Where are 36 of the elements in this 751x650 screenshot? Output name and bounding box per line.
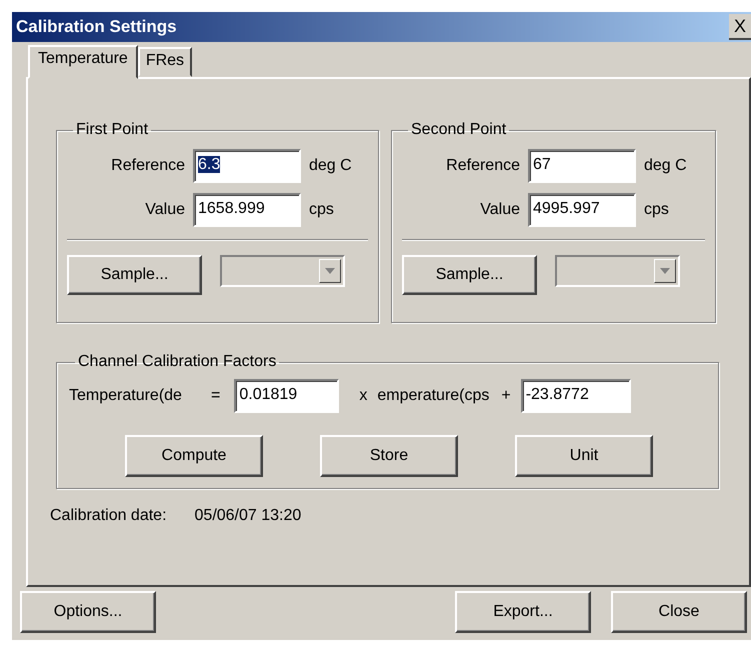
input-field[interactable]: 67 (528, 149, 636, 183)
button[interactable]: Export... (455, 591, 591, 633)
group-title: Channel Calibration Factors (77, 353, 278, 371)
group-title: First Point (75, 121, 150, 139)
formula-label: emperature(cps (377, 387, 490, 405)
window-title: Calibration Settings (15, 17, 177, 37)
button[interactable]: Options... (20, 591, 156, 633)
unit-label: deg C (309, 157, 353, 175)
times-sign: x (359, 387, 368, 405)
input-field[interactable]: 4995.997 (528, 193, 636, 227)
button[interactable]: Compute (125, 435, 263, 477)
input-field[interactable]: -23.8772 (520, 379, 631, 413)
tab[interactable]: Temperature (28, 45, 138, 79)
input-field[interactable]: 0.01819 (234, 379, 340, 413)
unit-label: cps (644, 201, 670, 219)
field-label: Value (479, 201, 520, 219)
unit-label: deg C (644, 157, 688, 175)
button[interactable]: Sample... (67, 255, 202, 295)
button[interactable]: Unit (515, 435, 653, 477)
field-label: Value (144, 201, 185, 219)
button[interactable]: Close (611, 591, 747, 633)
unit-label: cps (309, 201, 335, 219)
equals-sign: = (211, 387, 220, 405)
field-label: Reference (445, 157, 520, 175)
input-field[interactable]: 1658.999 (193, 193, 301, 227)
input-field[interactable]: 6.3 (193, 149, 301, 183)
window-close-button[interactable]: X (729, 14, 751, 40)
date-value: 05/06/07 13:20 (194, 507, 302, 525)
button[interactable]: Store (320, 435, 458, 477)
tab[interactable]: FRes (138, 47, 192, 77)
date-label: Calibration date: (50, 507, 167, 525)
formula-label: Temperature(de (69, 387, 183, 405)
button[interactable]: Sample... (402, 255, 537, 295)
plus-sign: + (501, 387, 511, 405)
group-title: Second Point (410, 121, 508, 139)
field-label: Reference (110, 157, 185, 175)
